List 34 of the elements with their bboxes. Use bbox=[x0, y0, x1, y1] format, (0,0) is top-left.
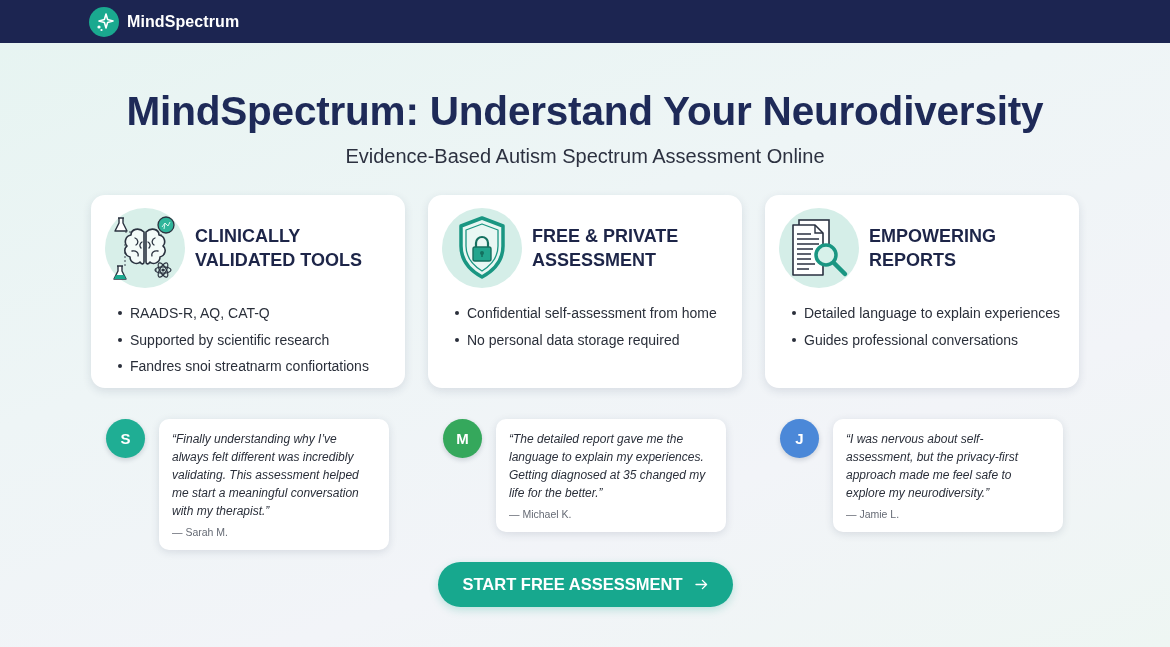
feature-title: EMPOWERING REPORTS bbox=[869, 225, 997, 272]
feature-bullet-text: Supported by scientific research bbox=[130, 331, 330, 348]
testimonial-author: — Sarah M. bbox=[172, 526, 230, 538]
feature-title: FREE & PRIVATE ASSESSMENT bbox=[532, 225, 680, 272]
avatar: M bbox=[443, 419, 482, 458]
bullet-icon bbox=[455, 311, 459, 316]
shield-lock-icon bbox=[442, 208, 522, 288]
feature-bullet-text: Detailed language to explain experiences bbox=[804, 305, 1061, 322]
feature-bullet-text: Confidential self-assessment from home bbox=[467, 305, 717, 322]
testimonial-quote: “The detailed report gave me the language to explain my experiences. Getting diagnosed at 35 changed my life for the better.” bbox=[509, 431, 707, 502]
bullet-icon bbox=[792, 311, 796, 316]
avatar: J bbox=[780, 419, 819, 458]
sparkle-logo-icon bbox=[89, 6, 119, 37]
page-title: MindSpectrum: Understand Your Neurodiversity bbox=[126, 87, 1044, 135]
document-magnifier-icon bbox=[779, 208, 859, 288]
bullet-icon bbox=[455, 337, 459, 342]
bullet-icon bbox=[118, 364, 122, 369]
bullet-icon bbox=[118, 311, 122, 316]
bullet-icon bbox=[792, 337, 796, 342]
testimonial-quote: “I was nervous about self-assessment, but the privacy-first approach made me feel safe to explore my neurodiversity.” bbox=[846, 431, 1020, 502]
brand-name[interactable]: MindSpectrum bbox=[127, 12, 240, 31]
arrow-right-icon bbox=[694, 579, 708, 590]
feature-bullet-text: Fandres snoi streatnarm confiortations bbox=[130, 358, 369, 375]
testimonial-author: — Jamie L. bbox=[846, 508, 901, 520]
bullet-icon bbox=[118, 337, 122, 342]
feature-bullet-text: Guides professional conversations bbox=[804, 331, 1018, 348]
page-subtitle: Evidence-Based Autism Spectrum Assessment Online bbox=[345, 144, 825, 169]
feature-bullet-text: RAADS-R, AQ, CAT-Q bbox=[130, 305, 270, 322]
avatar: S bbox=[106, 419, 145, 458]
testimonial-quote: “Finally understanding why I’ve always felt different was incredibly validating. This assessment helped me start a meaningful conversation with my therapist.” bbox=[172, 431, 360, 520]
feature-bullet-text: No personal data storage required bbox=[467, 331, 680, 348]
brain-science-icon bbox=[105, 208, 185, 288]
feature-title: CLINICALLY VALIDATED TOOLS bbox=[195, 225, 363, 272]
testimonial-author: — Michael K. bbox=[509, 508, 573, 520]
